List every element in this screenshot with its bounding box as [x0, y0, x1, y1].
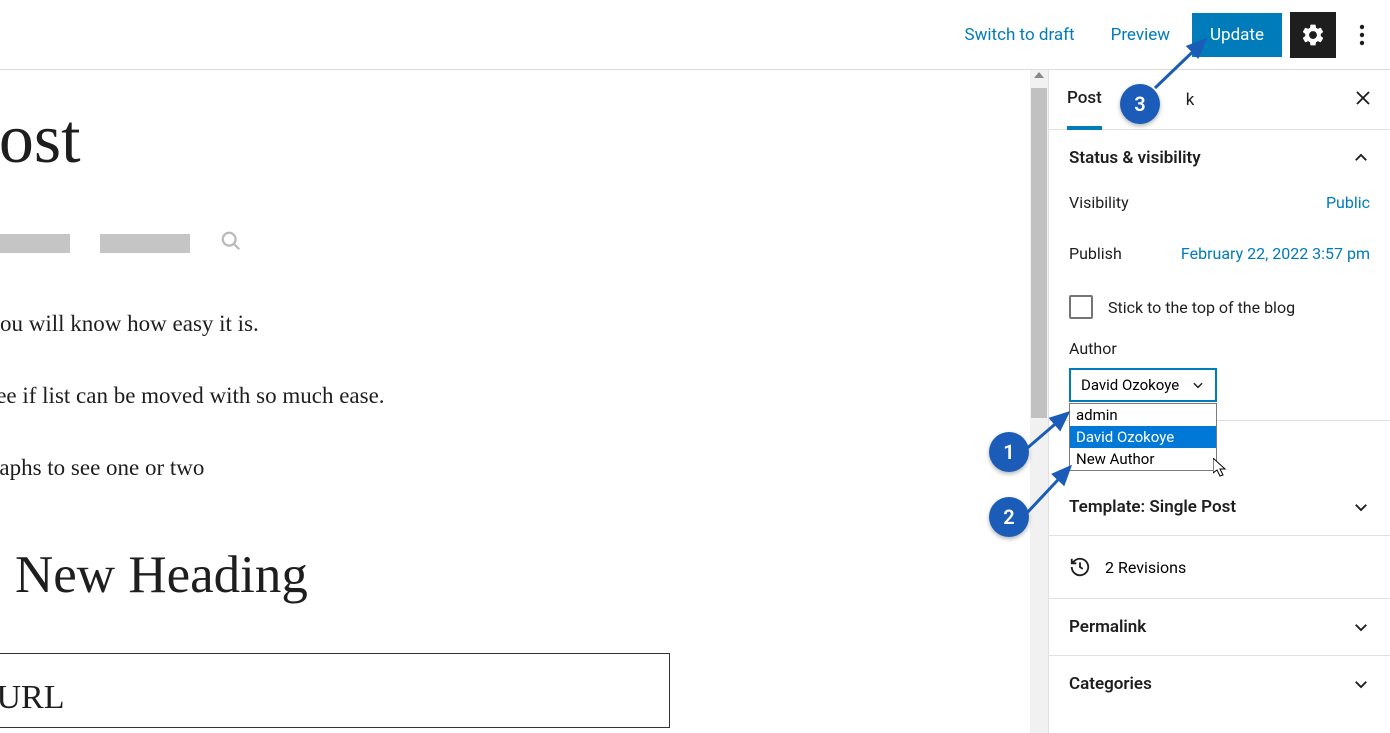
- mouse-cursor-icon: [1213, 458, 1229, 478]
- editor-area: Post it you will know how easy it is. o …: [0, 70, 1048, 733]
- settings-button[interactable]: [1290, 12, 1336, 58]
- chevron-down-icon: [1352, 498, 1370, 516]
- search-icon[interactable]: [220, 230, 242, 256]
- paragraph-text[interactable]: agraphs to see one or two: [0, 452, 1048, 484]
- embed-block[interactable]: d URL: [0, 653, 670, 728]
- more-options-button[interactable]: [1344, 12, 1380, 58]
- chevron-down-icon: [1352, 675, 1370, 693]
- permalink-title: Permalink: [1069, 617, 1146, 637]
- stick-label: Stick to the top of the blog: [1108, 298, 1295, 317]
- switch-to-draft-link[interactable]: Switch to draft: [951, 15, 1089, 55]
- sidebar-tabs: Post k: [1049, 70, 1390, 130]
- author-option-david[interactable]: David Ozokoye: [1070, 426, 1216, 448]
- update-button[interactable]: Update: [1192, 13, 1282, 57]
- permalink-panel[interactable]: Permalink: [1049, 599, 1390, 656]
- categories-panel[interactable]: Categories: [1049, 656, 1390, 712]
- placeholder-row: [0, 230, 1048, 256]
- kebab-menu-icon: [1359, 23, 1365, 47]
- chevron-down-icon: [1352, 618, 1370, 636]
- author-selected-value: David Ozokoye: [1081, 376, 1179, 394]
- preview-link[interactable]: Preview: [1097, 15, 1184, 55]
- scrollbar-thumb[interactable]: [1031, 88, 1047, 418]
- close-icon: [1354, 89, 1372, 107]
- placeholder-bar: [0, 234, 70, 253]
- paragraph-text[interactable]: it you will know how easy it is.: [0, 308, 1048, 340]
- scrollbar-up-arrow-icon: [1034, 72, 1044, 78]
- status-visibility-panel: Status & visibility Visibility Public Pu…: [1049, 130, 1390, 421]
- placeholder-bar: [100, 234, 190, 253]
- chevron-down-icon: [1191, 378, 1205, 392]
- embed-heading: d URL: [0, 679, 649, 717]
- template-panel[interactable]: Template: Single Post: [1049, 479, 1390, 536]
- top-bar: Switch to draft Preview Update: [0, 0, 1390, 70]
- annotation-badge-2: 2: [989, 497, 1029, 537]
- visibility-label: Visibility: [1069, 193, 1129, 212]
- author-select[interactable]: David Ozokoye admin David Ozokoye New Au…: [1069, 368, 1217, 402]
- settings-sidebar: Post k Status & visibility Visibility Pu…: [1048, 70, 1390, 733]
- tab-block[interactable]: k: [1186, 72, 1195, 128]
- panel-title: Status & visibility: [1069, 148, 1201, 168]
- status-visibility-toggle[interactable]: Status & visibility: [1069, 148, 1370, 168]
- publish-label: Publish: [1069, 244, 1122, 263]
- author-option-new[interactable]: New Author: [1070, 448, 1216, 470]
- chevron-up-icon: [1352, 149, 1370, 167]
- categories-title: Categories: [1069, 674, 1152, 694]
- tab-post[interactable]: Post: [1067, 70, 1102, 130]
- template-panel-title: Template: Single Post: [1069, 497, 1236, 517]
- annotation-badge-3: 3: [1120, 84, 1160, 124]
- author-option-admin[interactable]: admin: [1070, 404, 1216, 426]
- revisions-row[interactable]: 2 Revisions: [1049, 536, 1390, 599]
- stick-checkbox[interactable]: [1069, 295, 1093, 319]
- author-dropdown-menu: admin David Ozokoye New Author: [1069, 403, 1217, 471]
- stick-to-top-row[interactable]: Stick to the top of the blog: [1069, 295, 1370, 319]
- visibility-value[interactable]: Public: [1326, 193, 1370, 212]
- heading-block[interactable]: New Heading: [15, 545, 1048, 605]
- author-label: Author: [1069, 339, 1370, 358]
- gear-icon: [1300, 22, 1326, 48]
- scrollbar[interactable]: [1030, 70, 1048, 733]
- history-icon: [1069, 556, 1091, 578]
- paragraph-text[interactable]: o see if list can be moved with so much …: [0, 380, 1048, 412]
- close-sidebar-button[interactable]: [1354, 88, 1372, 112]
- revisions-label: 2 Revisions: [1105, 558, 1186, 577]
- post-title[interactable]: Post: [0, 100, 1048, 180]
- annotation-badge-1: 1: [989, 432, 1029, 472]
- publish-date-value[interactable]: February 22, 2022 3:57 pm: [1181, 244, 1370, 263]
